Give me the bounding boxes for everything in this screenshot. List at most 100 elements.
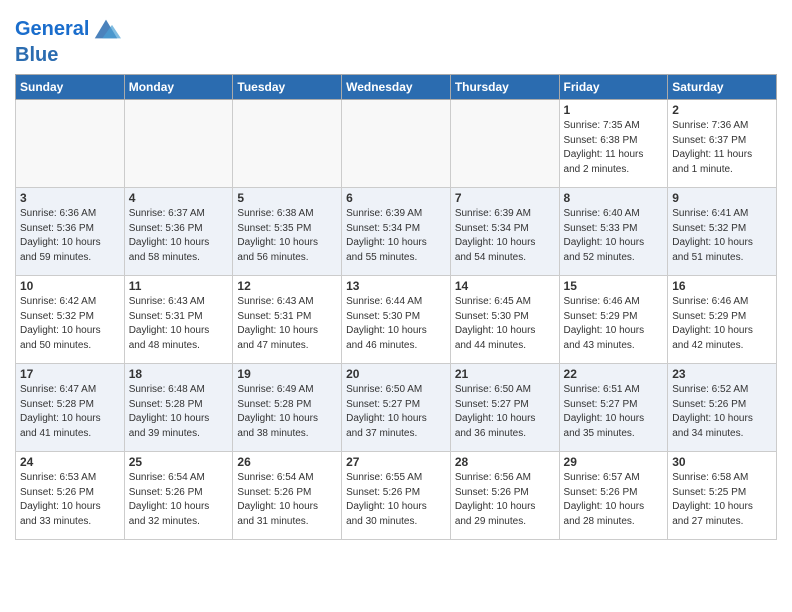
calendar-week-1: 3 Sunrise: 6:36 AMSunset: 5:36 PMDaylight… bbox=[16, 188, 777, 276]
day-number: 26 bbox=[237, 455, 337, 469]
calendar-cell: 25Sunrise: 6:54 AMSunset: 5:26 PMDayligh… bbox=[124, 452, 233, 540]
calendar-cell: 2 Sunrise: 7:36 AMSunset: 6:37 PMDaylight… bbox=[668, 100, 777, 188]
calendar-cell: 18 Sunrise: 6:48 AMSunset: 5:28 PMDayligh… bbox=[124, 364, 233, 452]
day-info: Sunrise: 6:41 AMSunset: 5:32 PMDaylight:… bbox=[672, 207, 772, 265]
calendar-cell: 30 Sunrise: 6:58 AMSunset: 5:25 PMDayligh… bbox=[668, 452, 777, 540]
calendar-cell: 14 Sunrise: 6:45 AMSunset: 5:30 PMDayligh… bbox=[450, 276, 559, 364]
day-number: 14 bbox=[455, 279, 555, 293]
calendar-cell: 22 Sunrise: 6:51 AMSunset: 5:27 PMDayligh… bbox=[559, 364, 668, 452]
day-info: Sunrise: 6:47 AMSunset: 5:28 PMDaylight:… bbox=[20, 383, 120, 441]
weekday-header-saturday: Saturday bbox=[668, 75, 777, 100]
day-number: 11 bbox=[129, 279, 229, 293]
weekday-header-thursday: Thursday bbox=[450, 75, 559, 100]
day-info: Sunrise: 6:55 AMSunset: 5:26 PMDaylight:… bbox=[346, 471, 446, 529]
calendar-cell: 10Sunrise: 6:42 AMSunset: 5:32 PMDayligh… bbox=[16, 276, 125, 364]
calendar-cell: 23Sunrise: 6:52 AMSunset: 5:26 PMDayligh… bbox=[668, 364, 777, 452]
day-info: Sunrise: 6:54 AMSunset: 5:26 PMDaylight:… bbox=[129, 471, 229, 529]
day-number: 6 bbox=[346, 191, 446, 205]
day-number: 19 bbox=[237, 367, 337, 381]
page: General Blue SundayMondayTuesdayWednesda… bbox=[0, 0, 792, 555]
day-info: Sunrise: 6:45 AMSunset: 5:30 PMDaylight:… bbox=[455, 295, 555, 353]
day-info: Sunrise: 6:48 AMSunset: 5:28 PMDaylight:… bbox=[129, 383, 229, 441]
calendar-cell: 6 Sunrise: 6:39 AMSunset: 5:34 PMDaylight… bbox=[342, 188, 451, 276]
day-info: Sunrise: 6:58 AMSunset: 5:25 PMDaylight:… bbox=[672, 471, 772, 529]
calendar-cell: 17 Sunrise: 6:47 AMSunset: 5:28 PMDayligh… bbox=[16, 364, 125, 452]
day-number: 15 bbox=[564, 279, 664, 293]
calendar-cell: 12 Sunrise: 6:43 AMSunset: 5:31 PMDayligh… bbox=[233, 276, 342, 364]
calendar-cell: 7 Sunrise: 6:39 AMSunset: 5:34 PMDaylight… bbox=[450, 188, 559, 276]
day-info: Sunrise: 6:54 AMSunset: 5:26 PMDaylight:… bbox=[237, 471, 337, 529]
day-info: Sunrise: 7:36 AMSunset: 6:37 PMDaylight:… bbox=[672, 119, 772, 177]
day-info: Sunrise: 6:50 AMSunset: 5:27 PMDaylight:… bbox=[455, 383, 555, 441]
day-info: Sunrise: 6:43 AMSunset: 5:31 PMDaylight:… bbox=[237, 295, 337, 353]
day-number: 20 bbox=[346, 367, 446, 381]
day-info: Sunrise: 6:53 AMSunset: 5:26 PMDaylight:… bbox=[20, 471, 120, 529]
calendar-cell: 21 Sunrise: 6:50 AMSunset: 5:27 PMDayligh… bbox=[450, 364, 559, 452]
calendar-cell: 9 Sunrise: 6:41 AMSunset: 5:32 PMDaylight… bbox=[668, 188, 777, 276]
header: General Blue bbox=[15, 10, 777, 66]
day-info: Sunrise: 6:36 AMSunset: 5:36 PMDaylight:… bbox=[20, 207, 120, 265]
calendar-cell bbox=[124, 100, 233, 188]
day-number: 7 bbox=[455, 191, 555, 205]
calendar-cell: 4Sunrise: 6:37 AMSunset: 5:36 PMDaylight… bbox=[124, 188, 233, 276]
calendar-week-3: 17 Sunrise: 6:47 AMSunset: 5:28 PMDayligh… bbox=[16, 364, 777, 452]
day-number: 16 bbox=[672, 279, 772, 293]
calendar-cell: 15 Sunrise: 6:46 AMSunset: 5:29 PMDayligh… bbox=[559, 276, 668, 364]
logo-area: General Blue bbox=[15, 10, 121, 66]
day-number: 23 bbox=[672, 367, 772, 381]
calendar-cell: 3 Sunrise: 6:36 AMSunset: 5:36 PMDaylight… bbox=[16, 188, 125, 276]
calendar-cell bbox=[342, 100, 451, 188]
day-number: 12 bbox=[237, 279, 337, 293]
weekday-header-wednesday: Wednesday bbox=[342, 75, 451, 100]
day-number: 2 bbox=[672, 103, 772, 117]
calendar-cell: 26 Sunrise: 6:54 AMSunset: 5:26 PMDayligh… bbox=[233, 452, 342, 540]
day-number: 5 bbox=[237, 191, 337, 205]
day-info: Sunrise: 6:46 AMSunset: 5:29 PMDaylight:… bbox=[672, 295, 772, 353]
day-number: 21 bbox=[455, 367, 555, 381]
day-info: Sunrise: 6:39 AMSunset: 5:34 PMDaylight:… bbox=[346, 207, 446, 265]
weekday-header-monday: Monday bbox=[124, 75, 233, 100]
calendar-cell: 11 Sunrise: 6:43 AMSunset: 5:31 PMDayligh… bbox=[124, 276, 233, 364]
day-number: 8 bbox=[564, 191, 664, 205]
day-info: Sunrise: 6:43 AMSunset: 5:31 PMDaylight:… bbox=[129, 295, 229, 353]
day-number: 28 bbox=[455, 455, 555, 469]
calendar-cell: 28Sunrise: 6:56 AMSunset: 5:26 PMDayligh… bbox=[450, 452, 559, 540]
day-number: 18 bbox=[129, 367, 229, 381]
day-number: 13 bbox=[346, 279, 446, 293]
weekday-header-friday: Friday bbox=[559, 75, 668, 100]
logo-icon bbox=[91, 14, 121, 44]
calendar-cell: 8Sunrise: 6:40 AMSunset: 5:33 PMDaylight… bbox=[559, 188, 668, 276]
day-info: Sunrise: 6:57 AMSunset: 5:26 PMDaylight:… bbox=[564, 471, 664, 529]
day-number: 4 bbox=[129, 191, 229, 205]
calendar-week-4: 24 Sunrise: 6:53 AMSunset: 5:26 PMDayligh… bbox=[16, 452, 777, 540]
calendar-cell: 20Sunrise: 6:50 AMSunset: 5:27 PMDayligh… bbox=[342, 364, 451, 452]
day-number: 24 bbox=[20, 455, 120, 469]
day-number: 1 bbox=[564, 103, 664, 117]
calendar-cell: 27Sunrise: 6:55 AMSunset: 5:26 PMDayligh… bbox=[342, 452, 451, 540]
logo-general: General bbox=[15, 18, 89, 40]
calendar-table: SundayMondayTuesdayWednesdayThursdayFrid… bbox=[15, 74, 777, 540]
day-info: Sunrise: 6:42 AMSunset: 5:32 PMDaylight:… bbox=[20, 295, 120, 353]
calendar-week-2: 10Sunrise: 6:42 AMSunset: 5:32 PMDayligh… bbox=[16, 276, 777, 364]
calendar-cell: 5 Sunrise: 6:38 AMSunset: 5:35 PMDaylight… bbox=[233, 188, 342, 276]
day-number: 29 bbox=[564, 455, 664, 469]
calendar-cell: 1 Sunrise: 7:35 AMSunset: 6:38 PMDaylight… bbox=[559, 100, 668, 188]
day-number: 3 bbox=[20, 191, 120, 205]
day-number: 9 bbox=[672, 191, 772, 205]
calendar-cell bbox=[233, 100, 342, 188]
logo-blue: Blue bbox=[15, 44, 58, 66]
logo-text: General bbox=[15, 18, 89, 40]
day-info: Sunrise: 6:46 AMSunset: 5:29 PMDaylight:… bbox=[564, 295, 664, 353]
day-number: 22 bbox=[564, 367, 664, 381]
calendar-cell: 29 Sunrise: 6:57 AMSunset: 5:26 PMDayligh… bbox=[559, 452, 668, 540]
weekday-header-tuesday: Tuesday bbox=[233, 75, 342, 100]
day-number: 30 bbox=[672, 455, 772, 469]
day-info: Sunrise: 6:39 AMSunset: 5:34 PMDaylight:… bbox=[455, 207, 555, 265]
day-info: Sunrise: 6:49 AMSunset: 5:28 PMDaylight:… bbox=[237, 383, 337, 441]
day-info: Sunrise: 6:38 AMSunset: 5:35 PMDaylight:… bbox=[237, 207, 337, 265]
calendar-cell bbox=[450, 100, 559, 188]
day-info: Sunrise: 7:35 AMSunset: 6:38 PMDaylight:… bbox=[564, 119, 664, 177]
day-number: 17 bbox=[20, 367, 120, 381]
calendar-week-0: 1 Sunrise: 7:35 AMSunset: 6:38 PMDaylight… bbox=[16, 100, 777, 188]
day-info: Sunrise: 6:51 AMSunset: 5:27 PMDaylight:… bbox=[564, 383, 664, 441]
